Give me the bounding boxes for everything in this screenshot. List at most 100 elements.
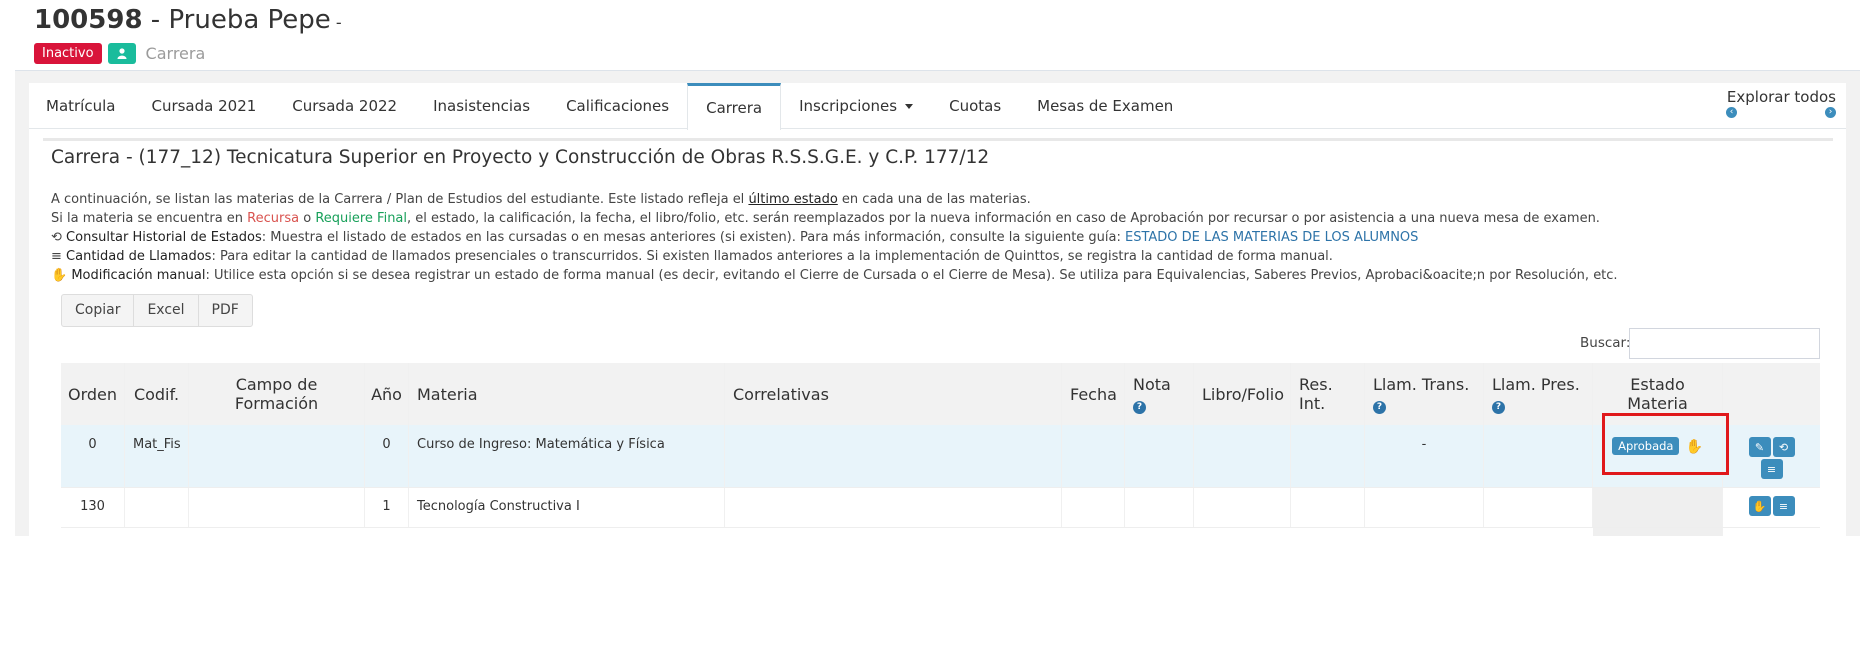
cell-codif — [125, 488, 189, 527]
col-campo-line2: Formación — [234, 394, 319, 413]
col-codif[interactable]: Codif. — [125, 363, 189, 425]
page-title: 100598 - Prueba Pepe - — [34, 4, 342, 39]
help-icon[interactable]: ? — [1133, 400, 1146, 414]
info-line-4-title: Cantidad de Llamados — [66, 249, 212, 264]
hand-icon[interactable]: ✋ — [1748, 496, 1771, 516]
col-orden[interactable]: Orden — [61, 363, 125, 425]
arrow-right-circle-icon[interactable]: › — [1825, 107, 1836, 118]
cell-materia: Tecnología Constructiva I — [409, 488, 725, 527]
cell-actions: ✋ ≡ — [1723, 488, 1820, 527]
cell-orden: 130 — [61, 488, 125, 527]
info-line-5-title: Modificación manual — [71, 268, 206, 283]
col-actions — [1723, 363, 1820, 425]
highlight-box — [1602, 413, 1729, 475]
info-line-2-end: , el estado, la calificación, la fecha, … — [407, 211, 1600, 226]
col-llam-trans[interactable]: Llam. Trans.? — [1365, 363, 1484, 425]
table-header-row: Orden Codif. Campo de Formación Año Mater… — [61, 363, 1820, 425]
cell-nota — [1125, 425, 1194, 487]
cell-correlativas — [725, 488, 1062, 527]
col-fecha[interactable]: Fecha — [1062, 363, 1125, 425]
excel-button[interactable]: Excel — [134, 295, 199, 326]
tab-inscripciones[interactable]: Inscripciones — [781, 83, 931, 129]
col-anio[interactable]: Año — [365, 363, 409, 425]
tab-cuotas[interactable]: Cuotas — [931, 83, 1019, 129]
carrera-label: Carrera — [145, 44, 206, 63]
cell-materia: Curso de Ingreso: Matemática y Física — [409, 425, 725, 487]
table-row[interactable]: 130 1 Tecnología Constructiva I ✋ ≡ — [61, 487, 1820, 527]
col-estado-line2: Materia — [1627, 394, 1688, 413]
col-llam-trans-text: Llam. Trans. — [1373, 374, 1470, 394]
col-llam-pres[interactable]: Llam. Pres.? — [1484, 363, 1593, 425]
help-icon[interactable]: ? — [1373, 400, 1386, 414]
student-name: - Prueba Pepe — [142, 5, 331, 35]
export-button-group: Copiar Excel PDF — [61, 294, 253, 327]
cell-campo — [189, 488, 365, 527]
cell-correlativas — [725, 425, 1062, 487]
info-line-4: ≡ Cantidad de Llamados: Para editar la c… — [51, 247, 1618, 266]
info-line-1: A continuación, se listan las materias d… — [51, 190, 1618, 209]
col-res-line1: Res. — [1299, 375, 1333, 394]
requiere-final-label: Requiere Final — [315, 211, 408, 226]
info-line-4-text: : Para editar la cantidad de llamados pr… — [211, 249, 1333, 264]
arrow-left-circle-icon[interactable]: ‹ — [1726, 107, 1737, 118]
col-nota[interactable]: Nota? — [1125, 363, 1194, 425]
tab-cursada-2022[interactable]: Cursada 2022 — [274, 83, 415, 129]
history-icon[interactable]: ⟲ — [1772, 437, 1795, 457]
title-suffix: - — [330, 13, 342, 32]
cell-estado — [1593, 528, 1723, 536]
copy-button[interactable]: Copiar — [62, 295, 135, 326]
student-header: 100598 - Prueba Pepe - Inactivo Carrera — [34, 4, 342, 64]
list-ol-icon[interactable]: ≡ — [1772, 496, 1795, 516]
col-materia[interactable]: Materia — [409, 363, 725, 425]
tab-inscripciones-label: Inscripciones — [799, 97, 898, 115]
cell-nota — [1125, 488, 1194, 527]
col-res-int[interactable]: Res. Int. — [1291, 363, 1365, 425]
history-icon: ⟲ — [51, 230, 62, 245]
col-estado-line1: Estado — [1630, 375, 1685, 394]
edit-icon[interactable]: ✎ — [1748, 437, 1771, 457]
info-line-1-end: en cada una de las materias. — [837, 192, 1031, 207]
col-res-line2: Int. — [1299, 394, 1326, 413]
help-icon[interactable]: ? — [1492, 400, 1505, 414]
content-card: Matrícula Cursada 2021 Cursada 2022 Inas… — [29, 83, 1846, 536]
col-libro[interactable]: Libro/Folio — [1194, 363, 1291, 425]
tab-carrera[interactable]: Carrera — [687, 83, 782, 130]
cell-actions: ✎ ⟲ ≡ — [1723, 425, 1820, 487]
col-estado-label: Estado Materia — [1627, 375, 1688, 413]
info-line-2-text: Si la materia se encuentra en — [51, 211, 248, 226]
search-input[interactable] — [1629, 328, 1820, 359]
cell-llam-pres — [1484, 488, 1593, 527]
tab-bar: Matrícula Cursada 2021 Cursada 2022 Inas… — [29, 83, 1846, 130]
info-line-1-emphasis: último estado — [748, 192, 838, 207]
cell-estado — [1593, 488, 1723, 527]
col-correlativas[interactable]: Correlativas — [725, 363, 1062, 425]
student-id: 100598 — [34, 5, 143, 35]
pdf-button[interactable]: PDF — [199, 295, 252, 326]
list-ol-icon: ≡ — [51, 249, 62, 264]
col-campo[interactable]: Campo de Formación — [189, 363, 365, 425]
col-res-label: Res. Int. — [1299, 375, 1333, 413]
info-line-5: ✋ Modificación manual: Utilice esta opci… — [51, 266, 1618, 285]
explore-all-label: Explorar todos — [1726, 88, 1836, 106]
caret-down-icon — [905, 103, 914, 109]
cell-codif: Mat_Fis — [125, 425, 189, 487]
info-line-3: ⟲ Consultar Historial de Estados: Muestr… — [51, 228, 1618, 247]
col-campo-line1: Campo de — [235, 375, 318, 394]
table-row[interactable]: 0 Mat_Fis 0 Curso de Ingreso: Matemática… — [61, 425, 1820, 487]
col-llam-pres-text: Llam. Pres. — [1492, 374, 1580, 394]
cell-orden: 0 — [61, 425, 125, 487]
tab-calificaciones[interactable]: Calificaciones — [548, 83, 687, 129]
recursa-label: Recursa — [247, 211, 300, 226]
explore-all[interactable]: Explorar todos ‹ › — [1726, 88, 1836, 118]
cell-anio: 0 — [365, 425, 409, 487]
guide-link[interactable]: ESTADO DE LAS MATERIAS DE LOS ALUMNOS — [1125, 230, 1418, 245]
tab-inasistencias[interactable]: Inasistencias — [415, 83, 548, 129]
hand-icon: ✋ — [51, 268, 68, 283]
info-line-5-text: : Utilice esta opción si se desea regist… — [205, 268, 1618, 283]
list-ol-icon[interactable]: ≡ — [1760, 459, 1783, 479]
table-row[interactable] — [61, 527, 1820, 536]
tab-matricula[interactable]: Matrícula — [29, 83, 133, 129]
info-line-2: Si la materia se encuentra en Recursa o … — [51, 209, 1618, 228]
tab-cursada-2021[interactable]: Cursada 2021 — [133, 83, 274, 129]
tab-mesas-de-examen[interactable]: Mesas de Examen — [1019, 83, 1191, 129]
